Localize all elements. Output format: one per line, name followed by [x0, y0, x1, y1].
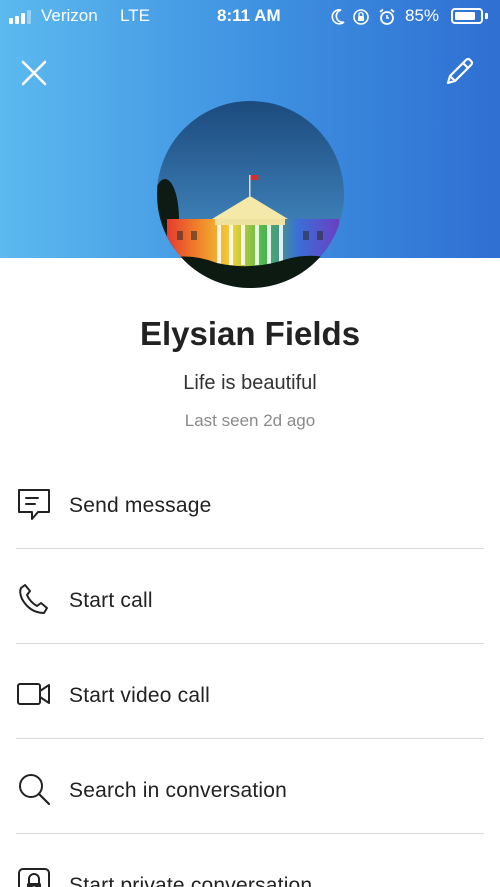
signal-strength-icon [9, 10, 31, 24]
close-button[interactable] [16, 55, 52, 91]
alarm-icon [379, 8, 395, 25]
start-private-conversation-label: Start private conversation [69, 874, 313, 887]
network-type: LTE [120, 6, 150, 25]
carrier-name: Verizon [41, 6, 98, 25]
profile-name: Elysian Fields [139, 315, 361, 352]
mood-message: Life is beautiful [183, 372, 317, 394]
battery-cap [485, 13, 488, 19]
phone-icon [19, 584, 48, 614]
profile-avatar[interactable] [157, 101, 344, 288]
start-video-call-label: Start video call [69, 684, 210, 707]
battery-percentage: 85% [405, 6, 440, 25]
status-bar: Verizon LTE 8:11 AM 85% [0, 0, 500, 34]
start-private-conversation-action[interactable]: Start private conversation [0, 834, 500, 887]
search-in-conversation-action[interactable]: Search in conversation [0, 739, 500, 834]
close-icon [21, 60, 47, 86]
send-message-label: Send message [69, 494, 212, 517]
start-call-label: Start call [69, 589, 153, 612]
edit-profile-button[interactable] [440, 53, 478, 91]
lock-icon [18, 868, 50, 887]
battery-level-fill [455, 12, 475, 20]
start-video-call-action[interactable]: Start video call [0, 644, 500, 739]
send-message-action[interactable]: Send message [0, 454, 500, 549]
battery-icon [451, 8, 483, 24]
status-time: 8:11 AM [217, 6, 281, 25]
pencil-icon [446, 57, 474, 85]
last-seen-status: Last seen 2d ago [184, 411, 316, 430]
orientation-lock-icon [353, 9, 369, 25]
avatar-image [157, 101, 344, 288]
search-in-conversation-label: Search in conversation [69, 779, 288, 802]
message-icon [18, 489, 50, 520]
search-icon [19, 774, 51, 806]
moon-icon [331, 9, 345, 25]
start-call-action[interactable]: Start call [0, 549, 500, 644]
video-camera-icon [17, 683, 50, 705]
